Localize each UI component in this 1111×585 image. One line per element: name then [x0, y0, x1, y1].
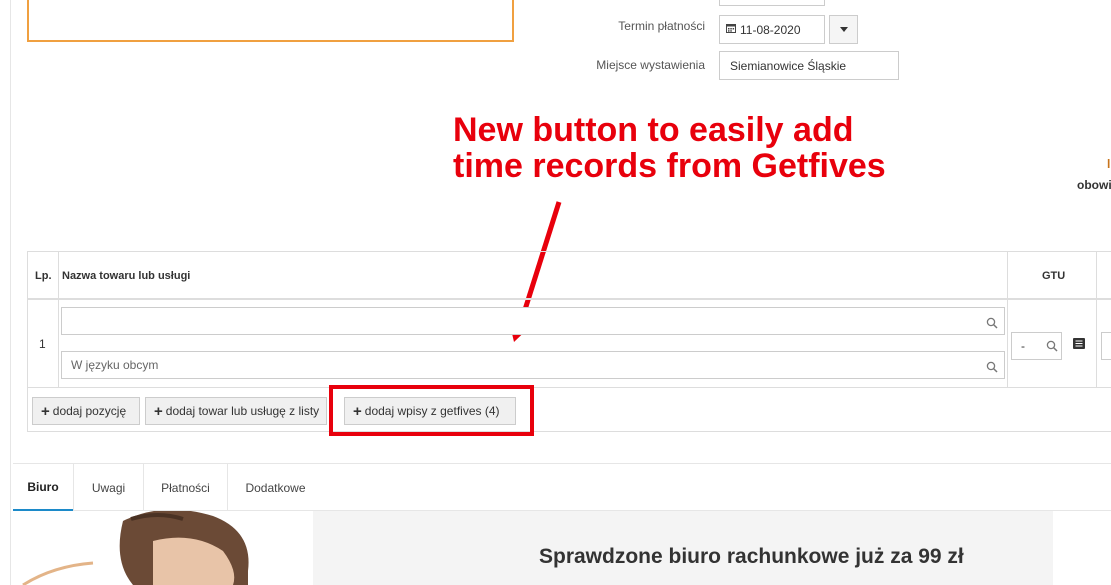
annotation-text: New button to easily add time records fr…	[453, 112, 933, 184]
column-divider	[58, 252, 59, 388]
search-icon[interactable]	[986, 361, 998, 373]
search-icon[interactable]	[1046, 340, 1058, 355]
row-number: 1	[39, 337, 46, 351]
add-from-list-button[interactable]: + dodaj towar lub usługę z listy	[145, 397, 327, 425]
tab-uwagi[interactable]: Uwagi	[74, 464, 143, 511]
issue-place-input[interactable]: Siemianowice Śląskie	[719, 51, 899, 80]
add-position-label: dodaj pozycję	[52, 404, 127, 418]
caret-down-icon	[839, 25, 848, 34]
add-from-list-label: dodaj towar lub usługę z listy	[165, 404, 320, 418]
payment-due-dropdown-button[interactable]	[829, 15, 858, 44]
promo-photo	[13, 511, 313, 585]
column-lp: Lp.	[35, 270, 52, 282]
company-logo-panel	[27, 0, 514, 42]
column-name: Nazwa towaru lub usługi	[62, 270, 191, 282]
add-position-button[interactable]: + dodaj pozycję	[32, 397, 140, 425]
plus-icon: +	[41, 402, 50, 420]
promo-title: Sprawdzone biuro rachunkowe już za 99 zł	[539, 545, 964, 568]
issue-place-label: Miejsce wystawienia	[596, 58, 705, 72]
table-header: Lp. Nazwa towaru lub usługi GTU	[28, 252, 1111, 300]
invoice-items-table: Lp. Nazwa towaru lub usługi GTU 1 W języ…	[27, 251, 1111, 432]
plus-icon: +	[154, 402, 163, 420]
list-icon[interactable]	[1073, 338, 1085, 352]
cut-off-text: obowi	[1077, 178, 1111, 192]
payment-due-label: Termin płatności	[618, 19, 705, 33]
annotation-line-1: New button to easily add	[453, 111, 854, 149]
previous-field[interactable]	[719, 0, 825, 6]
calendar-icon	[726, 23, 736, 36]
payment-due-input[interactable]: 11-08-2020	[719, 15, 825, 44]
item-name-input[interactable]	[61, 307, 1005, 335]
cut-off-field[interactable]	[1101, 332, 1111, 360]
column-divider	[1007, 252, 1008, 388]
left-divider	[10, 0, 11, 585]
payment-due-value: 11-08-2020	[740, 22, 801, 37]
tab-platnosci[interactable]: Płatności	[144, 464, 227, 511]
annotation-line-2: time records from Getfives	[453, 147, 886, 185]
tab-bar: Biuro Uwagi Płatności Dodatkowe	[13, 463, 1111, 511]
cut-off-text: l	[1107, 157, 1111, 171]
annotation-highlight-frame	[329, 385, 534, 436]
tab-dodatkowe[interactable]: Dodatkowe	[228, 464, 323, 511]
tab-biuro[interactable]: Biuro	[13, 464, 73, 511]
row-divider	[28, 387, 1111, 388]
column-divider	[1096, 252, 1097, 388]
item-foreign-name-input[interactable]: W języku obcym	[61, 351, 1005, 379]
search-icon[interactable]	[986, 317, 998, 329]
column-gtu: GTU	[1042, 270, 1066, 282]
gtu-value: -	[1021, 339, 1025, 353]
